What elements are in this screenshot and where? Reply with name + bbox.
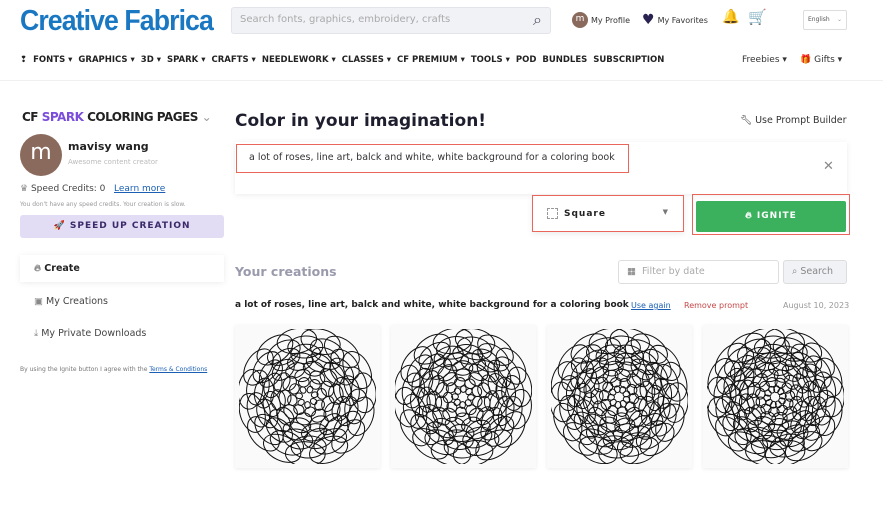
filter-placeholder: Filter by date — [642, 266, 705, 277]
my-profile-link[interactable]: m My Profile — [572, 12, 630, 28]
gallery-icon: ▣ — [34, 296, 43, 307]
menu-label: My Private Downloads — [41, 328, 147, 339]
creation-prompt: a lot of roses, line art, balck and whit… — [235, 300, 629, 310]
my-favorites-link[interactable]: ♥ My Favorites — [642, 12, 708, 28]
bell-icon[interactable]: 🔔 — [722, 9, 739, 25]
rose-image — [705, 327, 845, 467]
user-name: mavisy wang — [68, 140, 149, 153]
rocket-icon: 🚀 — [53, 221, 66, 231]
search-label: Search — [800, 266, 833, 277]
ignite-button[interactable]: 🔥︎ IGNITE — [696, 201, 846, 232]
my-favorites-label: My Favorites — [657, 15, 708, 25]
nav-item[interactable]: SPARK ▾ — [167, 55, 206, 65]
nav-freebies[interactable]: Freebies ▾ — [742, 55, 787, 65]
spark-brand[interactable]: CF SPARK COLORING PAGES ⌄ — [22, 110, 212, 124]
prompt-builder-label: Use Prompt Builder — [755, 115, 847, 126]
divider — [0, 80, 883, 81]
terms-link[interactable]: Terms & Conditions — [149, 366, 207, 373]
square-icon — [547, 208, 558, 219]
bulb-icon: ❢ — [20, 55, 28, 65]
heart-icon: ♥ — [642, 12, 655, 28]
use-again-link[interactable]: Use again — [631, 301, 671, 310]
terms-prefix: By using the Ignite button I agree with … — [20, 366, 150, 373]
nav-item[interactable]: CLASSES ▾ — [342, 55, 391, 65]
aspect-value: Square — [564, 209, 606, 219]
rose-image — [549, 327, 689, 467]
brand-rest: COLORING PAGES — [87, 110, 198, 124]
prompt-builder-link[interactable]: 🔧︎ Use Prompt Builder — [740, 115, 847, 126]
crown-icon: ♛ — [20, 184, 29, 194]
flame-icon: 🔥︎ — [745, 211, 753, 221]
user-subtitle: Awesome content creator — [68, 158, 158, 166]
creation-image[interactable] — [391, 325, 536, 468]
filter-date-input[interactable]: ▦ Filter by date — [618, 260, 779, 284]
creation-image[interactable] — [547, 325, 692, 468]
chevron-down-icon: ⌄ — [836, 16, 842, 23]
search-icon[interactable]: ⌕ — [533, 10, 542, 30]
nav-item[interactable]: FONTS ▾ — [33, 55, 72, 65]
prompt-input[interactable]: a lot of roses, line art, balck and whit… — [236, 144, 629, 173]
gifts-label: Gifts ▾ — [814, 55, 843, 65]
creation-image[interactable] — [703, 325, 848, 468]
sidebar-item-my-creations[interactable]: ▣ My Creations — [20, 288, 224, 315]
avatar: m — [20, 134, 62, 176]
nav-item[interactable]: CF PREMIUM ▾ — [397, 55, 465, 65]
chevron-down-icon: ⌄ — [201, 110, 212, 124]
your-creations-heading: Your creations — [235, 264, 337, 279]
creation-image[interactable] — [235, 325, 380, 468]
sidebar-item-create[interactable]: 🔥︎ Create — [20, 255, 224, 282]
menu-label: Create — [44, 263, 80, 274]
download-icon: ⤓ — [34, 328, 39, 339]
speed-up-button[interactable]: 🚀 SPEED UP CREATION — [20, 215, 224, 238]
cart-icon[interactable]: 🛒 — [748, 8, 767, 26]
nav-item[interactable]: CRAFTS ▾ — [212, 55, 256, 65]
ignite-label: IGNITE — [756, 211, 797, 221]
sidebar-item-private-downloads[interactable]: ⤓ My Private Downloads — [20, 320, 224, 347]
credits-note: You don't have any speed credits. Your c… — [20, 201, 186, 208]
remove-prompt-link[interactable]: Remove prompt — [684, 301, 748, 310]
gift-icon: 🎁 — [800, 55, 812, 65]
creation-date: August 10, 2023 — [783, 301, 850, 310]
flame-icon: 🔥︎ — [34, 263, 41, 274]
nav-item[interactable]: 3D ▾ — [141, 55, 161, 65]
language-value: English — [808, 16, 830, 23]
nav-item[interactable]: POD — [516, 55, 537, 65]
nav-item[interactable]: GRAPHICS ▾ — [78, 55, 134, 65]
rose-image — [393, 327, 533, 467]
search-icon: ⌕ — [792, 266, 798, 277]
use-again-label: Use again — [631, 301, 671, 310]
search-button[interactable]: ⌕ Search — [783, 260, 847, 284]
aspect-select[interactable]: Square ▼ — [532, 195, 684, 232]
language-select[interactable]: English ⌄ — [803, 10, 847, 30]
nav-item[interactable]: TOOLS ▾ — [471, 55, 510, 65]
terms-note: By using the Ignite button I agree with … — [20, 364, 210, 375]
speed-credits: Speed Credits: 0 — [30, 184, 106, 194]
brand-spark: SPARK — [41, 110, 84, 124]
brand-cf: CF — [22, 110, 39, 124]
nav-item[interactable]: SUBSCRIPTION — [593, 55, 664, 65]
calendar-icon: ▦ — [627, 266, 636, 277]
speed-up-label: SPEED UP CREATION — [69, 221, 191, 231]
nav-item[interactable]: NEEDLEWORK ▾ — [262, 55, 336, 65]
learn-more-link[interactable]: Learn more — [114, 184, 165, 194]
search-placeholder: Search fonts, graphics, embroidery, craf… — [240, 14, 451, 25]
caret-down-icon: ▼ — [662, 208, 669, 216]
search-input[interactable]: Search fonts, graphics, embroidery, craf… — [231, 7, 551, 34]
logo[interactable]: Creative Fabrica — [20, 5, 214, 38]
nav-item[interactable]: BUNDLES — [542, 55, 587, 65]
wrench-icon: 🔧︎ — [740, 115, 753, 126]
page-title: Color in your imagination! — [235, 111, 487, 131]
avatar: m — [572, 12, 588, 28]
nav-gifts[interactable]: 🎁 Gifts ▾ — [800, 55, 842, 65]
rose-image — [237, 327, 377, 467]
my-profile-label: My Profile — [591, 15, 631, 25]
close-icon[interactable]: ✕ — [823, 159, 834, 174]
menu-label: My Creations — [46, 296, 108, 307]
main-nav: ❢ FONTS ▾ GRAPHICS ▾ 3D ▾ SPARK ▾ CRAFTS… — [20, 55, 664, 65]
